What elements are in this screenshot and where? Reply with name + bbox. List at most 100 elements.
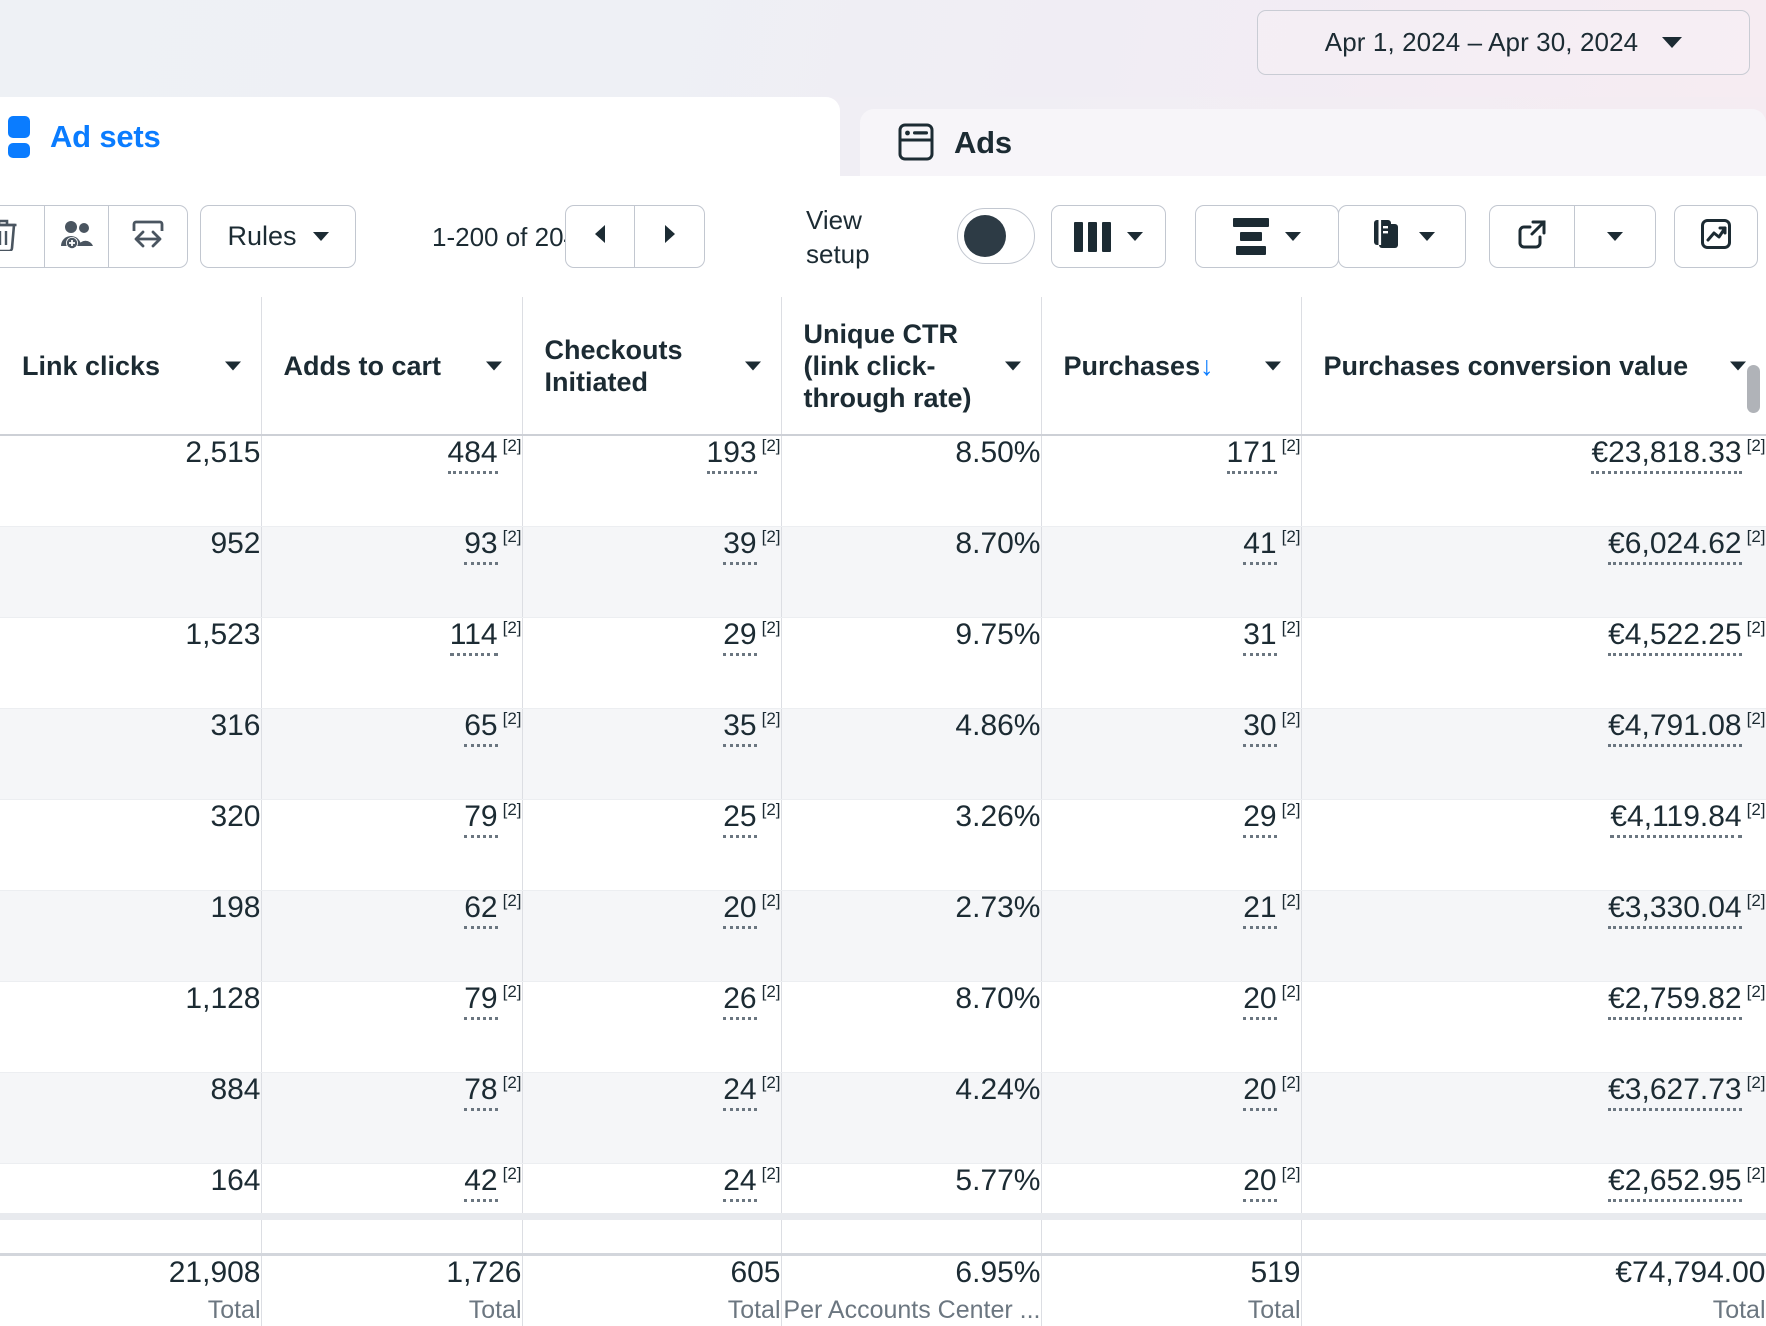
metric-value-link[interactable]: €2,652.95 bbox=[1608, 1163, 1742, 1202]
footnote-marker: [2] bbox=[1746, 436, 1766, 455]
metric-value-link[interactable]: 484 bbox=[447, 436, 498, 474]
table-row[interactable]: 164 42 [2] 24 [2] 5.77% 20 [2] €2,652.95 [2] bbox=[0, 1163, 1766, 1255]
metric-value-link[interactable]: 41 bbox=[1243, 526, 1277, 565]
metric-value-link[interactable]: 29 bbox=[723, 617, 757, 656]
metric-value-link[interactable]: 114 bbox=[449, 617, 498, 656]
cell-purchases-conversion-value: €3,330.04 [2] bbox=[1301, 890, 1766, 982]
table-row[interactable]: 2,515 484 [2] 193 [2] 8.50% 171 [2] €23,818.33 [2… bbox=[0, 435, 1766, 527]
footnote-marker: [2] bbox=[1746, 526, 1766, 546]
table-row[interactable]: 320 79 [2] 25 [2] 3.26% 29 [2] €4,119.84 [2] bbox=[0, 799, 1766, 891]
metric-value-link[interactable]: 171 bbox=[1226, 436, 1277, 474]
total-label: Total bbox=[727, 1295, 781, 1324]
footnote-marker: [2] bbox=[1281, 436, 1301, 455]
vertical-scrollbar-thumb[interactable] bbox=[1747, 365, 1760, 413]
metric-value-link[interactable]: 20 bbox=[1243, 1163, 1277, 1202]
metric-value-link[interactable]: €4,522.25 bbox=[1608, 617, 1742, 656]
export-options-dropdown[interactable] bbox=[1575, 205, 1656, 268]
table-row[interactable]: 198 62 [2] 20 [2] 2.73% 21 [2] €3,330.04 [2] bbox=[0, 890, 1766, 982]
metric-value-link[interactable]: €2,759.82 bbox=[1608, 981, 1742, 1020]
metric-value-link[interactable]: €4,119.84 bbox=[1610, 799, 1742, 838]
cell-link-clicks: 316 bbox=[0, 708, 262, 800]
view-setup-link[interactable]: View setup bbox=[806, 203, 902, 271]
export-external-link-icon bbox=[1516, 218, 1548, 255]
chevron-down-icon[interactable] bbox=[1729, 361, 1746, 370]
add-audience-button[interactable] bbox=[45, 205, 109, 268]
metric-value-link[interactable]: €6,024.62 bbox=[1608, 526, 1742, 565]
date-range-picker[interactable]: Apr 1, 2024 – Apr 30, 2024 bbox=[1257, 10, 1750, 75]
column-header-unique-ctr[interactable]: Unique CTR (link click-through rate) bbox=[781, 297, 1042, 436]
table-body: 2,515 484 [2] 193 [2] 8.50% 171 [2] €23,818.33 [2… bbox=[0, 435, 1766, 1255]
metric-value-link[interactable]: €4,791.08 bbox=[1608, 708, 1742, 747]
breakdown-icon bbox=[1233, 218, 1269, 255]
chevron-down-icon[interactable] bbox=[1004, 361, 1021, 370]
table-row[interactable]: 1,128 79 [2] 26 [2] 8.70% 20 [2] €2,759.82 [2] bbox=[0, 981, 1766, 1073]
table-row[interactable]: 952 93 [2] 39 [2] 8.70% 41 [2] €6,024.62 [2] bbox=[0, 526, 1766, 618]
ab-test-button[interactable] bbox=[109, 205, 188, 268]
metric-value-link[interactable]: 20 bbox=[1243, 1072, 1277, 1111]
view-setup-toggle[interactable] bbox=[957, 208, 1035, 264]
metric-value-link[interactable]: 65 bbox=[464, 708, 498, 747]
trash-icon bbox=[0, 217, 18, 256]
metric-value-link[interactable]: 31 bbox=[1243, 617, 1277, 656]
metric-value-link[interactable]: €3,330.04 bbox=[1608, 890, 1742, 929]
chevron-down-icon[interactable] bbox=[485, 361, 502, 370]
tab-ads-label: Ads bbox=[954, 124, 1012, 160]
metric-value-link[interactable]: 78 bbox=[464, 1072, 498, 1111]
column-header-adds-to-cart[interactable]: Adds to cart bbox=[261, 297, 523, 436]
table-row[interactable]: 316 65 [2] 35 [2] 4.86% 30 [2] €4,791.08 [2] bbox=[0, 708, 1766, 800]
column-header-purchases-conversion-value[interactable]: Purchases conversion value bbox=[1301, 297, 1766, 436]
metric-value-link[interactable]: 24 bbox=[723, 1163, 757, 1202]
metric-value-link[interactable]: 39 bbox=[723, 526, 757, 565]
footnote-marker: [2] bbox=[761, 799, 781, 819]
delete-button[interactable] bbox=[0, 205, 45, 268]
metric-value-link[interactable]: 20 bbox=[723, 890, 757, 929]
export-button[interactable] bbox=[1489, 205, 1575, 268]
column-header-link-clicks[interactable]: Link clicks bbox=[0, 297, 262, 436]
chevron-down-icon[interactable] bbox=[1264, 361, 1281, 370]
sort-descending-icon: ↓ bbox=[1200, 350, 1214, 381]
rules-dropdown[interactable]: Rules bbox=[200, 205, 356, 268]
table-row[interactable]: 884 78 [2] 24 [2] 4.24% 20 [2] €3,627.73 [2] bbox=[0, 1072, 1766, 1164]
reports-dropdown[interactable] bbox=[1338, 205, 1466, 268]
metric-value-link[interactable]: 30 bbox=[1243, 708, 1277, 747]
metric-value-link[interactable]: €3,627.73 bbox=[1608, 1072, 1742, 1111]
chevron-down-icon[interactable] bbox=[744, 361, 761, 370]
metric-value-link[interactable]: 79 bbox=[464, 799, 498, 838]
prev-page-button[interactable] bbox=[565, 205, 635, 268]
cell-adds-to-cart: 79 [2] bbox=[261, 799, 523, 891]
cell-unique-ctr: 5.77% bbox=[781, 1163, 1042, 1255]
chevron-down-icon[interactable] bbox=[224, 361, 241, 370]
metric-value-link[interactable]: 79 bbox=[464, 981, 498, 1020]
metric-value-link[interactable]: 25 bbox=[723, 799, 757, 838]
table-row[interactable]: 1,523 114 [2] 29 [2] 9.75% 31 [2] €4,522.25 [2] bbox=[0, 617, 1766, 709]
metric-value-link[interactable]: 29 bbox=[1243, 799, 1277, 838]
next-page-button[interactable] bbox=[635, 205, 705, 268]
columns-dropdown[interactable] bbox=[1051, 205, 1166, 268]
chevron-down-icon bbox=[1285, 232, 1301, 241]
breakdown-dropdown[interactable] bbox=[1195, 205, 1339, 268]
triangle-left-icon bbox=[591, 223, 609, 250]
metric-value-link[interactable]: 21 bbox=[1243, 890, 1277, 929]
metric-value-link[interactable]: 42 bbox=[464, 1163, 498, 1202]
column-header-purchases[interactable]: Purchases↓ bbox=[1041, 297, 1302, 436]
cell-unique-ctr: 3.26% bbox=[781, 799, 1042, 891]
column-header-checkouts-initiated[interactable]: Checkouts Initiated bbox=[522, 297, 782, 436]
footnote-marker: [2] bbox=[502, 617, 522, 637]
cell-purchases-conversion-value: €2,652.95 [2] bbox=[1301, 1163, 1766, 1255]
metric-value-link[interactable]: 62 bbox=[464, 890, 498, 929]
tab-ad-sets[interactable]: Ad sets bbox=[0, 97, 840, 176]
metrics-table-container[interactable]: Link clicks Adds to cart Checkouts Initi… bbox=[0, 297, 1766, 1326]
metric-value-link[interactable]: 193 bbox=[706, 436, 757, 474]
metric-value-link[interactable]: 24 bbox=[723, 1072, 757, 1111]
metric-value-link[interactable]: 93 bbox=[464, 526, 498, 565]
cell-checkouts-initiated: 24 [2] bbox=[522, 1072, 782, 1164]
cell-purchases: 20 [2] bbox=[1041, 1072, 1302, 1164]
metric-value-link[interactable]: 35 bbox=[723, 708, 757, 747]
horizontal-scrollbar[interactable] bbox=[0, 1213, 1766, 1220]
metric-value-link[interactable]: €23,818.33 bbox=[1591, 436, 1742, 474]
charts-button[interactable] bbox=[1674, 205, 1758, 268]
metric-value-link[interactable]: 26 bbox=[723, 981, 757, 1020]
tab-ads[interactable]: Ads bbox=[860, 109, 1766, 176]
metric-value-link[interactable]: 20 bbox=[1243, 981, 1277, 1020]
metric-value: 9.75% bbox=[955, 617, 1041, 651]
